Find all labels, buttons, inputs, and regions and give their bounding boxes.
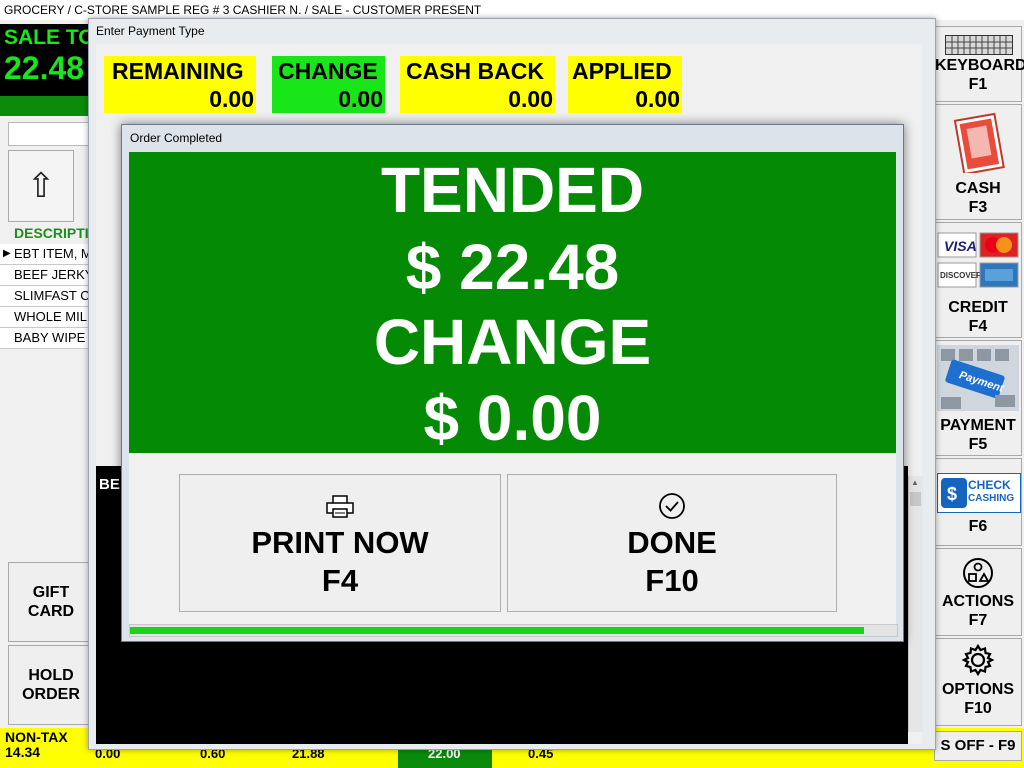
credit-button[interactable]: VISA DISCOVER CREDIT F4 <box>934 222 1022 338</box>
done-button[interactable]: DONE F10 <box>507 474 837 612</box>
keyboard-button[interactable]: KEYBOARD F1 <box>934 26 1024 102</box>
payment-window-title: Enter Payment Type <box>96 24 205 38</box>
svg-text:$: $ <box>947 484 957 504</box>
change-label: CHANGE <box>373 306 652 378</box>
change-amount: $ 0.00 <box>423 382 602 454</box>
description-column-header: DESCRIPTIO <box>14 225 100 241</box>
check-cashing-icon: $ CHECK CASHING <box>937 473 1021 513</box>
gift-card-button[interactable]: GIFT CARD <box>8 562 94 642</box>
payment-key-icon: Payment <box>937 345 1019 411</box>
arrow-up-icon: ⇧ <box>26 167 56 205</box>
sale-total-value: 22.48 <box>4 50 85 86</box>
cash-button[interactable]: CASH F3 <box>934 104 1022 220</box>
scroll-up-arrow-icon: ▲ <box>911 478 919 487</box>
options-button[interactable]: OPTIONS F10 <box>934 638 1022 726</box>
check-circle-icon <box>508 491 836 529</box>
cash-back-box: CASH BACK 0.00 <box>400 56 555 113</box>
selected-row-marker-icon: ▶ <box>3 248 11 259</box>
scroll-up-button[interactable]: ⇧ <box>8 150 74 222</box>
list-item[interactable]: ▶ EBT ITEM, M <box>0 244 92 265</box>
nontax-value: 14.34 <box>5 744 41 760</box>
auto-close-progress-fill <box>130 627 864 634</box>
cash-icon <box>953 111 1005 176</box>
check-cashing-button[interactable]: $ CHECK CASHING F6 <box>934 458 1022 546</box>
gear-icon <box>961 643 995 677</box>
sign-off-button[interactable]: S OFF - F9 <box>934 731 1022 761</box>
svg-text:DISCOVER: DISCOVER <box>940 271 982 280</box>
remaining-box: REMAINING 0.00 <box>104 56 256 113</box>
list-item[interactable]: WHOLE MIL <box>0 307 92 328</box>
scrollbar[interactable]: ▲ <box>908 476 923 732</box>
applied-box: APPLIED 0.00 <box>568 56 682 113</box>
change-box: CHANGE 0.00 <box>272 56 385 113</box>
nontax-label: NON-TAX <box>5 729 68 745</box>
keyboard-icon <box>945 35 1013 55</box>
table-header-fragment: BE <box>99 476 120 493</box>
svg-text:VISA: VISA <box>944 238 977 254</box>
tended-label: TENDED <box>380 154 645 226</box>
order-dialog-title: Order Completed <box>130 131 223 145</box>
sale-status-strip <box>0 96 92 116</box>
list-item[interactable]: BEEF JERKY <box>0 265 92 286</box>
sale-total-label: SALE TO <box>4 26 95 49</box>
actions-icon <box>962 557 994 589</box>
list-item[interactable]: SLIMFAST C <box>0 286 92 307</box>
tended-amount: $ 22.48 <box>405 231 620 303</box>
payment-button[interactable]: Payment PAYMENT F5 <box>934 340 1022 456</box>
print-now-button[interactable]: PRINT NOW F4 <box>179 474 501 612</box>
scan-input[interactable] <box>8 122 94 146</box>
window-title-bar: GROCERY / C-STORE SAMPLE REG # 3 CASHIER… <box>0 0 1024 20</box>
hold-order-button[interactable]: HOLD ORDER <box>8 645 94 725</box>
credit-cards-icon: VISA DISCOVER <box>937 231 1019 289</box>
actions-button[interactable]: ACTIONS F7 <box>934 548 1022 636</box>
printer-icon <box>180 491 500 527</box>
scrollbar-thumb[interactable] <box>910 492 921 506</box>
list-item[interactable]: BABY WIPE <box>0 328 92 349</box>
